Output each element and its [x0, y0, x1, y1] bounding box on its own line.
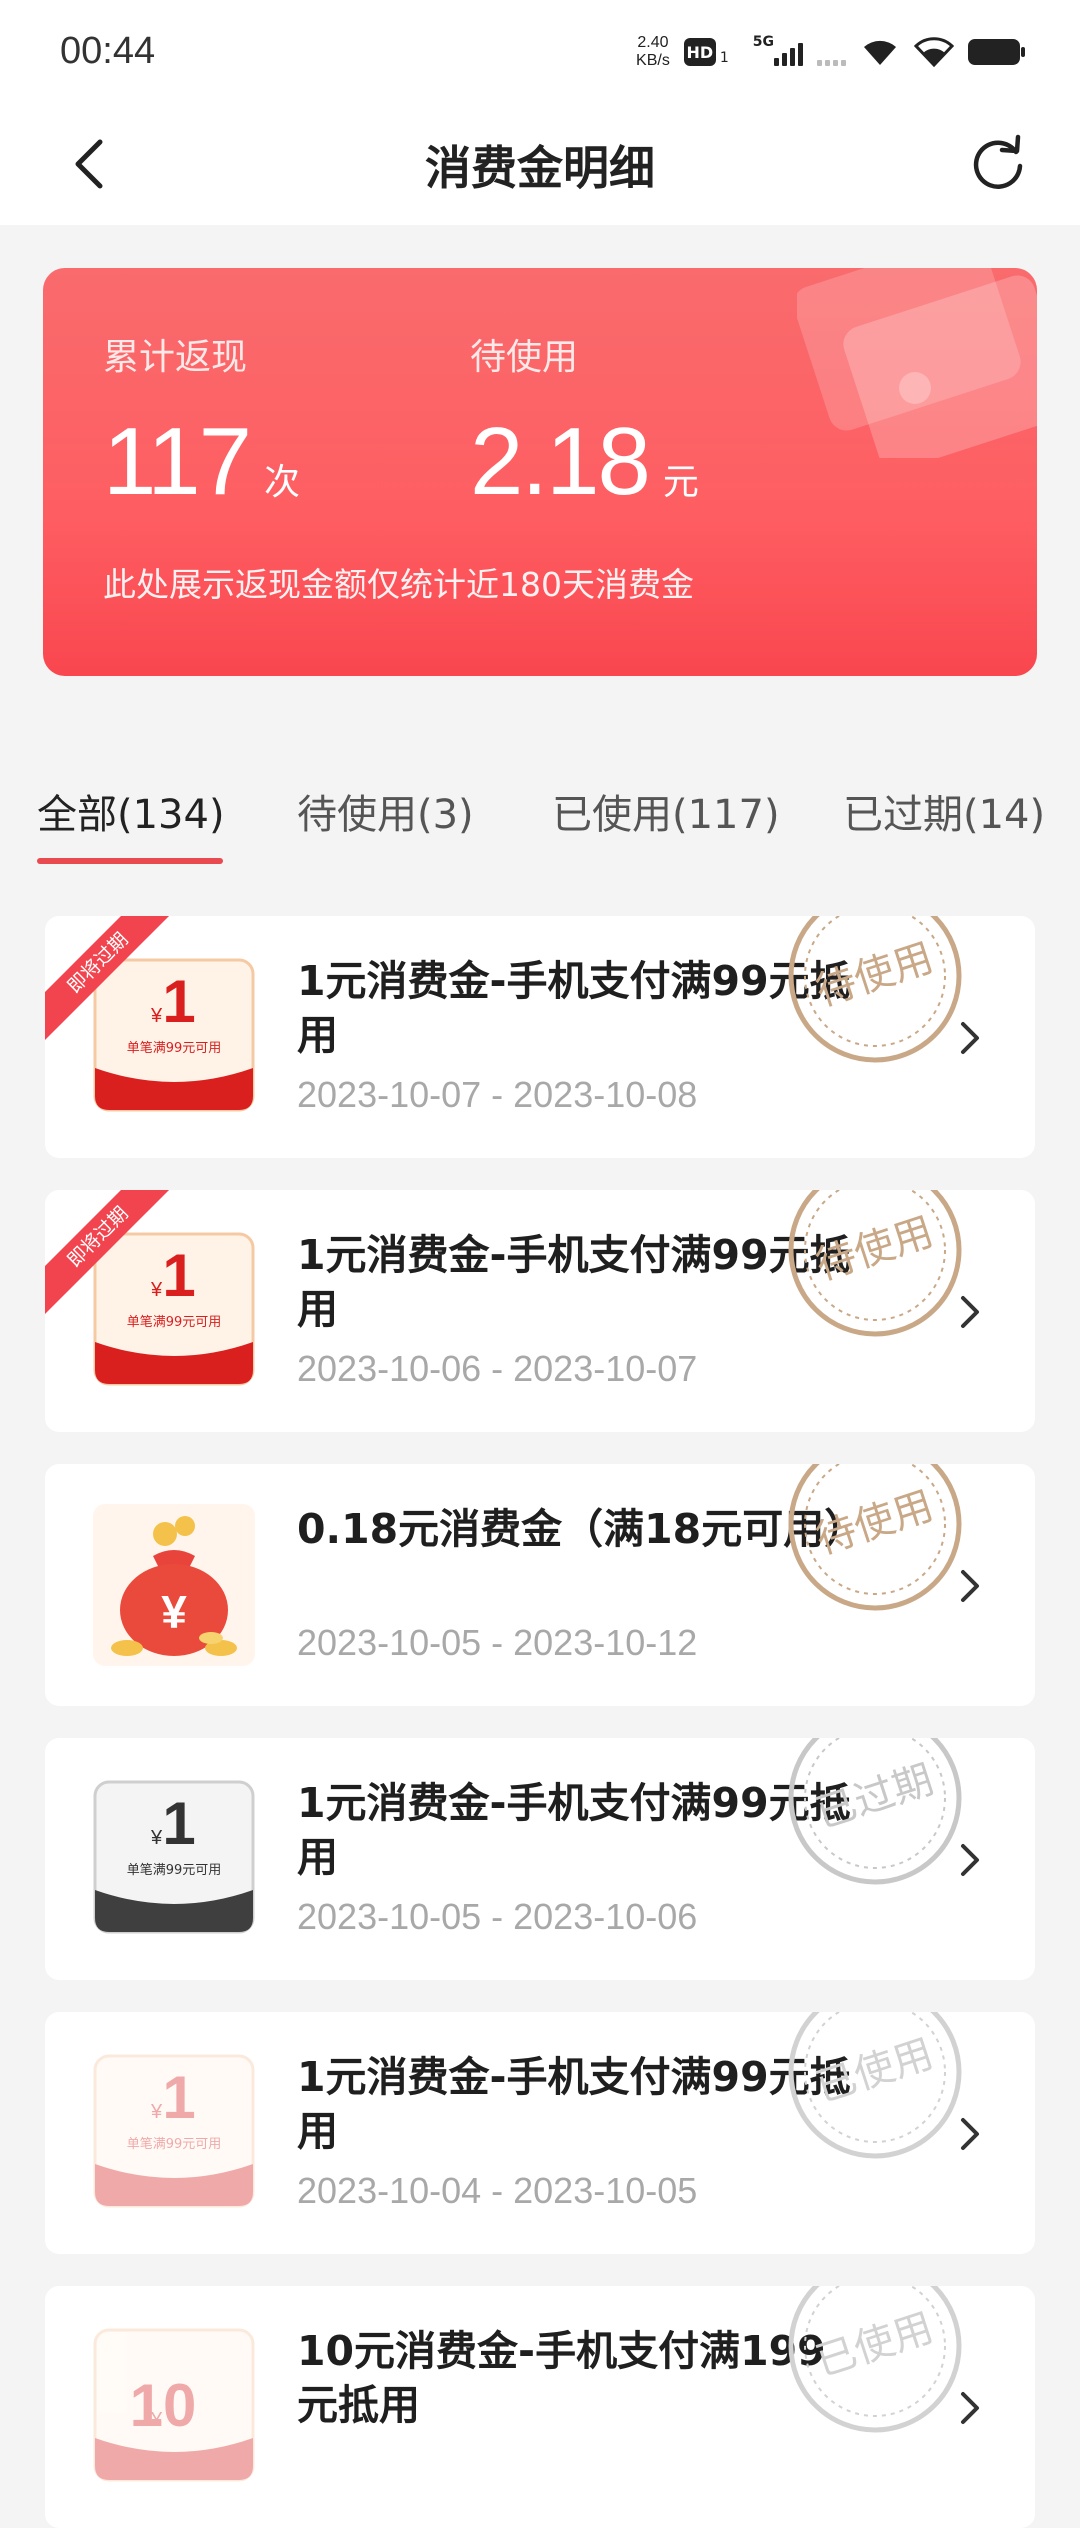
ticket-decoration-icon: [797, 268, 1037, 458]
voucher-amount: 1: [162, 2064, 195, 2131]
status-icons: 2.40 KB/s HD 1 5G: [636, 34, 1025, 70]
coupon-title: 1元消费金-手机支付满99元抵用: [297, 957, 851, 1059]
network-speed-value: 2.40: [637, 34, 669, 51]
coupon-card[interactable]: ¥ 1 单笔满99元可用 1元消费金-手机支付满99元抵用 2023-10-06…: [45, 1190, 1035, 1432]
battery-icon: [968, 39, 1025, 65]
status-stamp-text: 待使用: [811, 1483, 939, 1564]
hd-icon: HD: [683, 38, 716, 66]
coupon-voucher-icon: ¥ 10: [93, 2328, 255, 2482]
coupon-title: 0.18元消费金（满18元可用）: [297, 1505, 866, 1553]
status-stamp-icon: 待使用: [788, 1190, 962, 1337]
cashback-unit: 次: [264, 462, 301, 503]
page-header: 消费金明细: [0, 110, 1080, 225]
wifi-icon-secondary: [914, 37, 954, 67]
svg-text:¥: ¥: [150, 1279, 163, 1301]
status-time: 00:44: [60, 30, 156, 72]
status-stamp-text: 待使用: [811, 935, 939, 1016]
tab-pending[interactable]: 待使用(3): [297, 782, 474, 840]
coupon-validity-date: 2023-10-05 - 2023-10-12: [297, 1622, 698, 1663]
coupon-title: 10元消费金-手机支付满199元抵用: [297, 2327, 826, 2429]
coupon-voucher-icon: ¥ 1 单笔满99元可用: [93, 1232, 255, 1386]
coupon-voucher-icon: ¥ 1 单笔满99元可用: [93, 1780, 255, 1934]
network-type: 5G: [752, 34, 774, 50]
coupon-voucher-icon: ¥ 1 单笔满99元可用: [93, 2054, 255, 2208]
status-stamp-text: 已使用: [811, 2305, 939, 2386]
tab-used[interactable]: 已使用(117): [552, 782, 780, 840]
signal-icon: [774, 38, 803, 66]
pending-value: 2.18: [470, 408, 651, 515]
coupon-voucher-icon: ¥ 1 单笔满99元可用: [93, 958, 255, 1112]
status-stamp-icon: 已使用: [788, 2286, 962, 2433]
pending-label: 待使用: [470, 337, 579, 378]
page-title: 消费金明细: [425, 141, 655, 195]
svg-text:¥: ¥: [150, 2101, 163, 2123]
voucher-amount: 1: [162, 968, 195, 1035]
voucher-amount: 10: [130, 2372, 197, 2439]
coupon-validity-date: 2023-10-06 - 2023-10-07: [297, 1348, 698, 1389]
coupon-card[interactable]: ¥ 1 单笔满99元可用 1元消费金-手机支付满99元抵用 2023-10-07…: [45, 916, 1035, 1158]
status-stamp-icon: 待使用: [788, 1464, 962, 1611]
cashback-label: 累计返现: [103, 337, 248, 378]
summary-card: 累计返现 117 次 待使用 2.18 元 此处展示返现金额仅统计近180天消费…: [43, 268, 1037, 676]
tab-all[interactable]: 全部(134): [37, 782, 225, 840]
coupon-validity-date: 2023-10-05 - 2023-10-06: [297, 1896, 698, 1937]
money-bag-icon: ¥: [93, 1504, 255, 1666]
coupon-card[interactable]: ¥ 1 单笔满99元可用 1元消费金-手机支付满99元抵用 2023-10-05…: [45, 1738, 1035, 1980]
chevron-right-icon: [961, 2392, 979, 2424]
voucher-condition: 单笔满99元可用: [127, 1314, 222, 1330]
coupon-validity-date: 2023-10-07 - 2023-10-08: [297, 1074, 698, 1115]
coupon-validity-date: 2023-10-04 - 2023-10-05: [297, 2170, 698, 2211]
status-stamp-text: 已使用: [811, 2031, 939, 2112]
pending-unit: 元: [662, 462, 699, 503]
chevron-right-icon: [961, 2118, 979, 2150]
coupon-title: 1元消费金-手机支付满99元抵用: [297, 1231, 851, 1333]
coupon-card[interactable]: ¥ 1 单笔满99元可用 1元消费金-手机支付满99元抵用 2023-10-04…: [45, 2012, 1035, 2254]
voucher-amount: 1: [162, 1790, 195, 1857]
svg-text:¥: ¥: [150, 1005, 163, 1027]
status-bar: 00:44 2.40 KB/s HD 1 5G: [0, 0, 1080, 110]
chevron-right-icon: [961, 1296, 979, 1328]
wifi-icon: [864, 40, 896, 65]
status-stamp-text: 已过期: [811, 1757, 939, 1838]
refresh-icon[interactable]: [966, 130, 1030, 194]
network-speed-unit: KB/s: [636, 52, 670, 69]
coupon-title: 1元消费金-手机支付满99元抵用: [297, 2053, 851, 2155]
status-stamp-icon: 待使用: [788, 916, 962, 1063]
voucher-condition: 单笔满99元可用: [127, 2136, 222, 2152]
tab-expired[interactable]: 已过期(14): [843, 782, 1045, 840]
network-speed: 2.40 KB/s: [636, 34, 670, 70]
summary-note: 此处展示返现金额仅统计近180天消费金: [103, 565, 694, 604]
pending-stat: 待使用 2.18 元: [470, 328, 699, 510]
voucher-condition: 单笔满99元可用: [127, 1862, 222, 1878]
cashback-value: 117: [103, 408, 252, 515]
chevron-right-icon: [961, 1022, 979, 1054]
signal-icon-sim2: [817, 38, 846, 66]
filter-tabs: 全部(134) 待使用(3) 已使用(117) 已过期(14): [0, 770, 1080, 870]
active-tab-indicator: [37, 858, 223, 864]
chevron-right-icon: [961, 1570, 979, 1602]
cashback-stat: 累计返现 117 次: [103, 328, 300, 510]
coupon-card[interactable]: ¥ 0.18元消费金（满18元可用） 2023-10-05 - 2023-10-…: [45, 1464, 1035, 1706]
chevron-right-icon: [961, 1844, 979, 1876]
svg-text:¥: ¥: [150, 1827, 163, 1849]
coupon-card[interactable]: ¥ 10 10元消费金-手机支付满199元抵用 已使用: [45, 2286, 1035, 2528]
voucher-amount: 1: [162, 1242, 195, 1309]
sim-number: 1: [719, 50, 729, 66]
status-stamp-icon: 已过期: [788, 1738, 962, 1885]
status-stamp-icon: 已使用: [788, 2012, 962, 2159]
coupon-title: 1元消费金-手机支付满99元抵用: [297, 1779, 851, 1881]
status-stamp-text: 待使用: [811, 1209, 939, 1290]
svg-text:¥: ¥: [161, 1586, 187, 1638]
voucher-condition: 单笔满99元可用: [127, 1040, 222, 1056]
